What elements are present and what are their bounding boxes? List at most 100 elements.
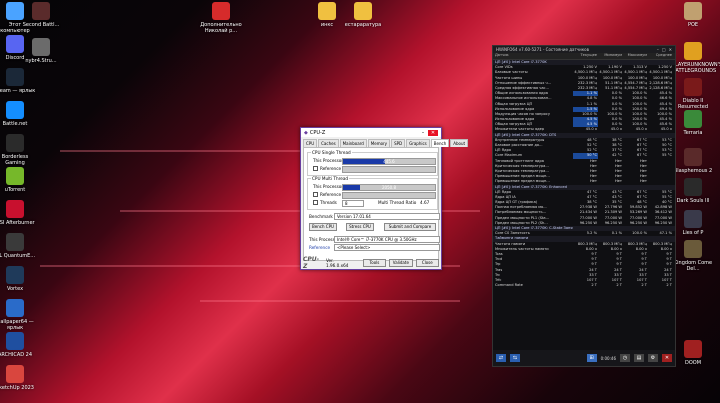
tab-caches[interactable]: Caches (318, 139, 339, 147)
column-header[interactable]: Среднее (648, 53, 673, 59)
arrows-icon[interactable]: ⇆ (510, 354, 520, 362)
desktop-top-icon-2[interactable]: Дополнительно Николай р... (200, 2, 242, 34)
desktop-left-icon-4[interactable]: Borderless Gaming (0, 134, 36, 166)
column-header[interactable]: Минимум (598, 53, 623, 59)
arrows-icon[interactable]: ⇄ (496, 354, 506, 362)
close-icon[interactable]: ✕ (662, 354, 672, 362)
desktop-icon-label: SketchUp 2023 (0, 385, 34, 391)
desktop-icon-label: ARCHICAD 24 (0, 352, 33, 358)
sensor-value: 2 T (616, 283, 622, 288)
desktop-right-icon-7[interactable]: Kingdom Come Del... (672, 240, 714, 272)
app-icon (684, 148, 702, 166)
multi-thread-score: 2050.8 (382, 185, 396, 190)
threads-row: Threads (313, 200, 337, 205)
desktop-right-icon-0[interactable]: POE (672, 2, 714, 28)
app-icon (6, 266, 24, 284)
multi-reference-bar (342, 192, 436, 199)
column-header[interactable]: Датчик (493, 53, 573, 59)
tab-cpu[interactable]: CPU (303, 139, 318, 147)
app-icon (684, 110, 702, 128)
desktop-left-icon-7[interactable]: IPL QuantumE... (0, 233, 36, 259)
bench-panel: CPU Single Thread This Processor 445.6 R… (303, 147, 440, 261)
cpuz-brand: CPU-Z (303, 256, 320, 270)
minimize-button[interactable]: – (418, 130, 428, 136)
bench-cpu-button[interactable]: Bench CPU (309, 223, 337, 231)
hwinfo-toolbar: ⇄ ⇆ ⊞ 0:00:46 ◷ ▤ ⚙ ✕ (493, 350, 675, 366)
hwinfo-window[interactable]: HWiNFO64 v7.60-5271 - Состояние датчиков… (492, 45, 676, 367)
desktop-left-icon-8[interactable]: Vortex (0, 266, 36, 292)
multi-reference-checkbox[interactable] (313, 192, 318, 197)
multi-ref-row: Reference (313, 192, 341, 197)
reference-select[interactable]: <Please Select> (334, 244, 440, 251)
desktop-left-icon-9[interactable]: wallpaper64 — ярлык (0, 299, 36, 331)
threads-checkbox[interactable] (313, 200, 318, 205)
tab-memory[interactable]: Memory (367, 139, 391, 147)
cpuz-version: Ver. 1.96.0.x64 (325, 258, 349, 268)
desktop-right-icon-2[interactable]: Diablo II Resurrected (672, 78, 714, 110)
desktop-top-icon-4[interactable]: естараратура (342, 2, 384, 28)
app-icon (354, 2, 372, 20)
column-header[interactable]: Текущее (573, 53, 598, 59)
app-icon (6, 365, 24, 383)
report-icon[interactable]: ▤ (634, 354, 644, 362)
desktop-icon-label: PLAYERUNKNOWN'S BATTLEGROUNDS (672, 62, 720, 74)
close-button[interactable]: Close (415, 259, 439, 267)
network-icon[interactable]: ⊞ (586, 354, 597, 362)
desktop-left-icon-6[interactable]: MSI Afterburner (0, 200, 36, 226)
desktop-left-icon-11[interactable]: SketchUp 2023 (0, 365, 36, 391)
elapsed-timer: 0:00:46 (600, 355, 616, 361)
desktop-icon-label: Battle.net (2, 121, 28, 127)
app-icon (684, 240, 702, 258)
sensor-table: ЦП [#0]: Intel Core i7-3770K Core VIDs 1.… (493, 60, 675, 288)
app-icon (684, 178, 702, 196)
minimize-button[interactable]: – (657, 47, 659, 52)
stress-cpu-button[interactable]: Stress CPU (346, 223, 374, 231)
wallpaper-streak (200, 300, 460, 302)
desktop-right-icon-5[interactable]: Dark Souls III (672, 178, 714, 204)
tab-bench[interactable]: Bench (430, 139, 450, 147)
benchmark-version-select[interactable]: Version 17.01.64 (334, 213, 440, 220)
desktop-icon-label: Blasphemous 2 (673, 168, 713, 174)
app-icon (6, 332, 24, 350)
settings-icon[interactable]: ⚙ (648, 354, 658, 362)
close-window-button[interactable]: ✕ (669, 47, 672, 52)
desktop-left-icon-2[interactable]: Steam — ярлык (0, 68, 36, 94)
hwinfo-titlebar[interactable]: HWiNFO64 v7.60-5271 - Состояние датчиков… (493, 46, 675, 53)
tab-about[interactable]: About (450, 139, 469, 147)
desktop-top-icon-0[interactable]: Second Battl... (20, 2, 62, 28)
sensor-row[interactable]: Command Rate 2 T 2 T 2 T 2 T (493, 283, 675, 288)
cpuz-titlebar[interactable]: ◆ CPU-Z – ✕ (301, 128, 441, 137)
desktop-right-icon-8[interactable]: DOOM (672, 340, 714, 366)
clock-icon[interactable]: ◷ (620, 354, 630, 362)
tab-spd[interactable]: SPD (391, 139, 406, 147)
desktop-icon-label: wallpaper64 — ярлык (0, 319, 34, 331)
single-reference-checkbox[interactable] (313, 166, 318, 171)
tab-mainboard[interactable]: Mainboard (339, 139, 367, 147)
maximize-button[interactable]: □ (662, 47, 666, 52)
desktop-icon-label: Dark Souls III (676, 198, 710, 204)
app-icon (6, 299, 24, 317)
app-icon (6, 68, 24, 86)
desktop-left-icon-10[interactable]: ARCHICAD 24 (0, 332, 36, 358)
tab-graphics[interactable]: Graphics (406, 139, 430, 147)
desktop-right-icon-4[interactable]: Blasphemous 2 (672, 148, 714, 174)
desktop-top-icon-1[interactable]: nybr4.Stru... (20, 38, 62, 64)
desktop-icon-label: Steam — ярлык (0, 88, 36, 94)
tools-button[interactable]: Tools (362, 259, 387, 267)
desktop-right-icon-6[interactable]: Lies of P (672, 210, 714, 236)
cpuz-footer: CPU-Z Ver. 1.96.0.x64 Tools Validate Clo… (303, 256, 439, 270)
multi-thread-group: CPU Multi Thread This Processor 2050.8 R… (307, 176, 438, 210)
column-header[interactable]: Максимум (623, 53, 648, 59)
cpuz-window[interactable]: ◆ CPU-Z – ✕ CPU Caches Mainboard Memory SPD G… (300, 127, 469, 270)
desktop-right-icon-1[interactable]: PLAYERUNKNOWN'S BATTLEGROUNDS (672, 42, 720, 74)
desktop-left-icon-3[interactable]: Battle.net (0, 101, 36, 127)
single-this-label: This Processor (313, 158, 344, 163)
threads-select[interactable]: 8 (342, 200, 364, 207)
desktop-right-icon-3[interactable]: Terraria (672, 110, 714, 136)
validate-button[interactable]: Validate (389, 259, 413, 267)
submit-compare-button[interactable]: Submit and Compare (384, 223, 436, 231)
desktop-left-icon-5[interactable]: uTorrent (0, 167, 36, 193)
desktop-icon-label: Diablo II Resurrected (677, 98, 709, 110)
close-window-button[interactable]: ✕ (428, 129, 438, 136)
cpuz-app-icon: ◆ (304, 129, 308, 136)
